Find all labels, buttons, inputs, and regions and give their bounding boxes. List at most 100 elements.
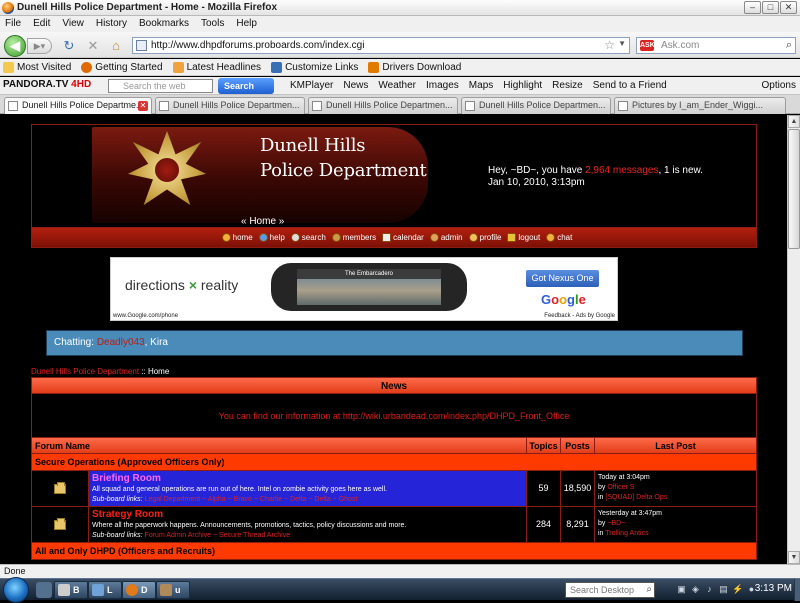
board-briefing-room[interactable]: Briefing Room xyxy=(92,473,523,485)
nav-chat[interactable]: chat xyxy=(546,233,572,242)
tray-volume-icon[interactable]: ♪ xyxy=(704,583,715,596)
toolbar-search-button[interactable]: Search xyxy=(218,78,274,94)
tray-shield-icon[interactable]: ◈ xyxy=(690,583,701,596)
posts-count: 8,291 xyxy=(561,507,595,542)
search-icon[interactable]: ⌕ xyxy=(646,583,652,597)
toolbar-kmplayer[interactable]: KMPlayer xyxy=(290,77,333,95)
profile-icon xyxy=(468,233,478,242)
tray-network-icon[interactable]: ▣ xyxy=(676,583,687,596)
menu-history[interactable]: History xyxy=(96,16,127,32)
tab-2[interactable]: Dunell Hills Police Departmen... xyxy=(155,97,305,114)
last-post-author[interactable]: ~BD~ xyxy=(607,520,625,527)
scroll-down-icon[interactable]: ▼ xyxy=(788,551,800,564)
nav-calendar[interactable]: calendar xyxy=(382,233,424,242)
toolbar-weather[interactable]: Weather xyxy=(378,77,416,95)
address-url: http://www.dhpdforums.proboards.com/inde… xyxy=(151,40,365,51)
close-button[interactable]: ✕ xyxy=(780,1,797,14)
address-dropdown-icon[interactable]: ▼ xyxy=(618,39,626,48)
tab-bar: Dunell Hills Police Departme... ✕ Dunell… xyxy=(0,95,800,114)
toolbar-send-to-friend[interactable]: Send to a Friend xyxy=(593,77,667,95)
reload-icon[interactable]: ↻ xyxy=(60,37,78,54)
address-bar[interactable]: http://www.dhpdforums.proboards.com/inde… xyxy=(132,37,630,54)
toolbar-resize[interactable]: Resize xyxy=(552,77,583,95)
toolbar-news[interactable]: News xyxy=(343,77,368,95)
site-favicon xyxy=(136,40,147,51)
toolbar-highlight[interactable]: Highlight xyxy=(503,77,542,95)
forward-button[interactable]: ▶▾ xyxy=(27,38,52,54)
category-all-dhpd[interactable]: All and Only DHPD (Officers and Recruits… xyxy=(31,543,757,560)
minimize-button[interactable]: – xyxy=(744,1,761,14)
tray-display-icon[interactable]: ▤ xyxy=(718,583,729,596)
tab-4[interactable]: Dunell Hills Police Departmen... xyxy=(461,97,611,114)
toolbar-images[interactable]: Images xyxy=(426,77,459,95)
ad-url[interactable]: www.Google.com/phone xyxy=(113,313,178,319)
forum-table: Forum Name Topics Posts Last Post Secure… xyxy=(31,437,757,560)
ask-engine-icon[interactable]: ASK xyxy=(640,40,655,51)
toolbar-options[interactable]: Options xyxy=(762,77,796,95)
tab-close-icon[interactable]: ✕ xyxy=(138,101,148,111)
taskbar-button-u[interactable]: u xyxy=(156,581,190,599)
taskbar-clock[interactable]: 3:13 PM xyxy=(755,583,792,594)
scroll-up-icon[interactable]: ▲ xyxy=(788,115,800,128)
tab-3[interactable]: Dunell Hills Police Departmen... xyxy=(308,97,458,114)
search-icon xyxy=(290,233,300,242)
scrollbar-thumb[interactable] xyxy=(788,129,800,249)
bookmark-drivers-download[interactable]: Drivers Download xyxy=(368,59,461,75)
last-post-thread[interactable]: [SQUAD] Delta Ops xyxy=(605,494,667,501)
stop-icon[interactable]: ✕ xyxy=(84,37,102,54)
maximize-button[interactable]: □ xyxy=(762,1,779,14)
nav-logout[interactable]: logout xyxy=(507,233,540,242)
show-desktop-button[interactable] xyxy=(794,579,800,601)
vertical-scrollbar[interactable]: ▲ ▼ xyxy=(787,115,800,564)
chat-user-kira[interactable]: , Kira xyxy=(145,337,168,348)
bookmark-getting-started[interactable]: Getting Started xyxy=(81,59,163,75)
nexus-phone-image: The Embarcadero xyxy=(271,263,467,311)
taskbar-button-firefox[interactable]: D xyxy=(122,581,156,599)
last-post-author[interactable]: Officer S xyxy=(607,484,634,491)
breadcrumb-forum-link[interactable]: Dunell Hills Police Department xyxy=(31,367,139,376)
nav-help[interactable]: help xyxy=(258,233,285,242)
quicklaunch-desktop-icon[interactable] xyxy=(36,582,52,598)
ad-attribution[interactable]: Feedback - Ads by Google xyxy=(544,313,615,319)
bookmark-most-visited[interactable]: Most Visited xyxy=(3,59,71,75)
tab-5[interactable]: Pictures by I_am_Ender_Wiggi... xyxy=(614,97,786,114)
home-link[interactable]: « Home » xyxy=(241,216,284,227)
menu-help[interactable]: Help xyxy=(236,16,257,32)
tray-power-icon[interactable]: ⚡ xyxy=(732,583,743,596)
taskbar-button-l[interactable]: L xyxy=(88,581,122,599)
pandora-logo[interactable]: PANDORA.TV 4HD xyxy=(3,79,91,90)
chat-user-deadly043[interactable]: Deadly043 xyxy=(97,337,145,348)
home-icon[interactable]: ⌂ xyxy=(107,37,125,54)
start-button[interactable] xyxy=(3,577,29,603)
news-body[interactable]: You can find our information at http://w… xyxy=(31,394,757,438)
desktop-search-input[interactable]: Search Desktop ⌕ xyxy=(565,582,655,598)
nav-search[interactable]: search xyxy=(290,233,326,242)
got-nexus-button[interactable]: Got Nexus One xyxy=(526,270,599,287)
back-button[interactable]: ◀ xyxy=(4,35,26,57)
google-ad-banner[interactable]: directions × reality The Embarcadero Got… xyxy=(110,257,618,321)
tab-1[interactable]: Dunell Hills Police Departme... ✕ xyxy=(4,97,152,114)
menu-file[interactable]: File xyxy=(5,16,21,32)
nav-home[interactable]: home xyxy=(221,233,253,242)
board-strategy-room[interactable]: Strategy Room xyxy=(92,509,523,521)
menu-edit[interactable]: Edit xyxy=(33,16,50,32)
messages-link[interactable]: 2,964 messages xyxy=(585,165,658,176)
nav-admin[interactable]: admin xyxy=(429,233,463,242)
last-post-thread[interactable]: Trolling Antics xyxy=(605,530,648,537)
toolbar-search-input[interactable]: Search the web xyxy=(108,79,213,93)
bookmark-customize-links[interactable]: Customize Links xyxy=(271,59,358,75)
bookmark-latest-headlines[interactable]: Latest Headlines xyxy=(172,59,261,75)
menu-tools[interactable]: Tools xyxy=(201,16,224,32)
category-secure-operations[interactable]: Secure Operations (Approved Officers Onl… xyxy=(31,454,757,471)
menu-bookmarks[interactable]: Bookmarks xyxy=(139,16,189,32)
search-icon[interactable]: ⌕ xyxy=(786,39,792,52)
menu-view[interactable]: View xyxy=(62,16,84,32)
search-box[interactable]: ASK Ask.com ⌕ xyxy=(636,37,796,54)
menu-bar: File Edit View History Bookmarks Tools H… xyxy=(0,16,800,32)
folder-icon xyxy=(54,481,66,494)
taskbar-button-b[interactable]: B xyxy=(54,581,88,599)
nav-profile[interactable]: profile xyxy=(468,233,501,242)
toolbar-maps[interactable]: Maps xyxy=(469,77,493,95)
nav-members[interactable]: members xyxy=(331,233,376,242)
bookmark-star-icon[interactable]: ☆ xyxy=(604,38,615,52)
